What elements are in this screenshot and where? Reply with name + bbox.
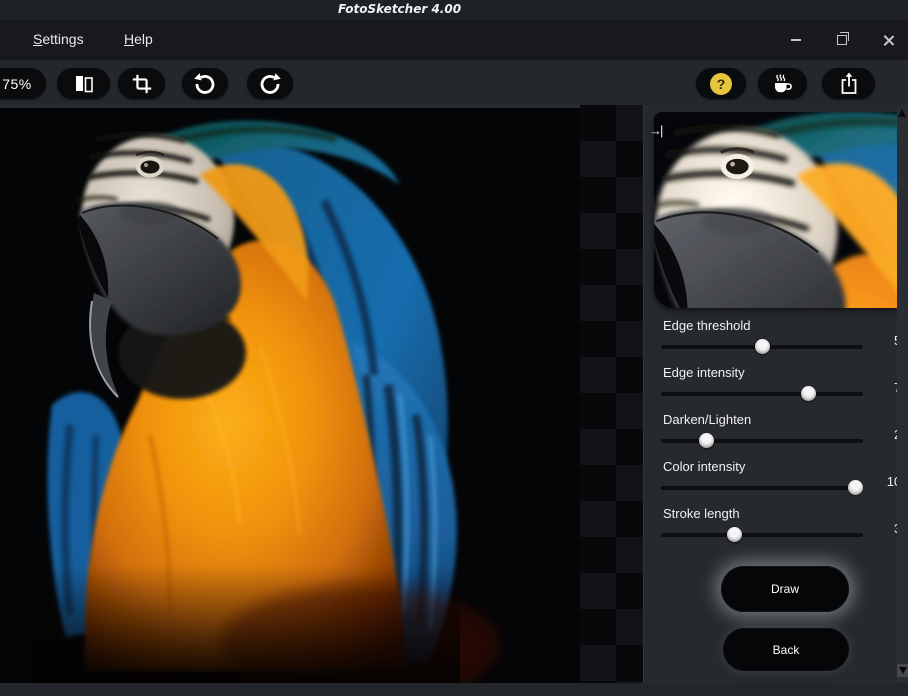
scroll-down-icon <box>899 667 907 674</box>
slider-label: Edge intensity <box>663 365 745 380</box>
coffee-cup-icon <box>771 72 795 96</box>
slider-track-bar <box>661 439 863 443</box>
toolbar: 75% ? <box>0 60 908 105</box>
slider-row: Color intensity 100% <box>644 459 908 506</box>
slider-handle[interactable] <box>727 527 742 542</box>
draw-button[interactable]: Draw <box>721 566 849 612</box>
minimize-icon <box>791 39 801 41</box>
back-button[interactable]: Back <box>723 628 849 671</box>
slider-track-bar <box>661 533 863 537</box>
slider-row: Edge intensity 75% <box>644 365 908 412</box>
undo-icon <box>193 72 217 96</box>
undo-button[interactable] <box>182 68 228 99</box>
scroll-down-button[interactable] <box>897 664 908 677</box>
share-icon <box>838 72 860 95</box>
collapse-panel-icon[interactable]: →| <box>649 123 661 138</box>
crop-icon <box>131 73 153 95</box>
slider-row: Stroke length 35% <box>644 506 908 553</box>
slider-label: Stroke length <box>663 506 740 521</box>
slider-label: Edge threshold <box>663 318 750 333</box>
restore-icon <box>837 35 847 45</box>
slider-handle[interactable] <box>801 386 816 401</box>
slider-row: Edge threshold 50% <box>644 318 908 365</box>
bottom-strip <box>0 683 908 696</box>
preview-thumbnail[interactable] <box>654 112 898 308</box>
zoom-level-button[interactable]: 75% <box>0 68 46 99</box>
redo-icon <box>258 72 282 96</box>
close-button[interactable] <box>871 20 905 60</box>
help-icon: ? <box>710 73 732 95</box>
share-button[interactable] <box>822 68 875 99</box>
scroll-up-icon[interactable] <box>898 109 906 117</box>
compare-pages-icon <box>72 73 96 95</box>
window-title: FotoSketcher 4.00 <box>338 2 461 16</box>
slider-track-bar <box>661 486 863 490</box>
slider-track[interactable] <box>661 527 863 542</box>
compare-button[interactable] <box>57 68 110 99</box>
slider-row: Darken/Lighten 20% <box>644 412 908 459</box>
slider-label: Color intensity <box>663 459 745 474</box>
close-icon <box>883 35 894 46</box>
crop-button[interactable] <box>118 68 165 99</box>
panel-scrollbar[interactable] <box>897 105 908 683</box>
parrot-image <box>0 105 643 683</box>
slider-track[interactable] <box>661 480 863 495</box>
slider-track[interactable] <box>661 339 863 354</box>
menu-bar: Settings Help <box>0 20 908 61</box>
minimize-button[interactable] <box>779 20 813 60</box>
app-window: FotoSketcher 4.00 Settings Help 75% <box>0 0 908 696</box>
maximize-button[interactable] <box>825 20 859 60</box>
slider-label: Darken/Lighten <box>663 412 751 427</box>
slider-handle[interactable] <box>699 433 714 448</box>
slider-handle[interactable] <box>755 339 770 354</box>
slider-track[interactable] <box>661 433 863 448</box>
image-canvas[interactable] <box>0 105 643 683</box>
title-bar: FotoSketcher 4.00 <box>0 0 908 20</box>
menu-help[interactable]: Help <box>124 31 153 47</box>
slider-track-bar <box>661 392 863 396</box>
coffee-button[interactable] <box>758 68 807 99</box>
menu-settings[interactable]: Settings <box>33 31 84 47</box>
slider-list: Edge threshold 50% Edge intensity 75% Da… <box>644 318 908 553</box>
redo-button[interactable] <box>247 68 293 99</box>
settings-panel: →| Edge threshold 50% Edge intensity 75%… <box>643 105 908 683</box>
slider-track[interactable] <box>661 386 863 401</box>
help-button[interactable]: ? <box>696 68 746 99</box>
